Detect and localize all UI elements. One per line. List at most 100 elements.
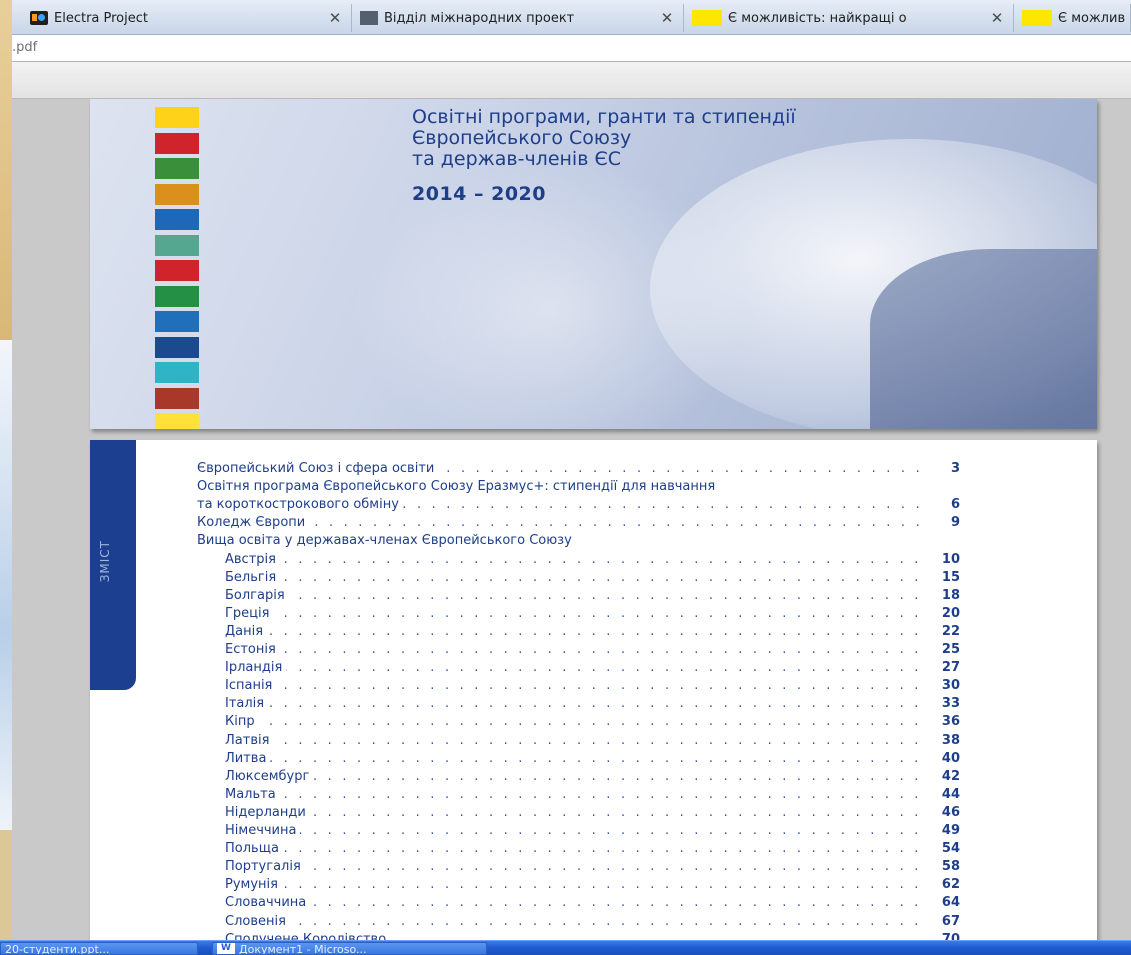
color-stripe <box>155 158 199 179</box>
electra-icon <box>30 11 48 25</box>
color-stripe <box>155 260 199 281</box>
yellow-favicon <box>1022 10 1052 26</box>
toc-entry[interactable]: . . . . . . . . . . . . . . . . . . . . … <box>225 823 960 841</box>
toc-entry[interactable]: . . . . . . . . . . . . . . . . . . . . … <box>197 461 960 479</box>
toc-entry[interactable]: . . . . . . . . . . . . . . . . . . . . … <box>225 696 960 714</box>
color-stripe <box>155 413 199 429</box>
toc-dot-leader: . . . . . . . . . . . . . . . . . . . . … <box>225 605 928 621</box>
browser-tab[interactable]: Є можлив <box>1014 4 1131 32</box>
toc-entry[interactable]: . . . . . . . . . . . . . . . . . . . . … <box>225 877 960 895</box>
toc-page-number: 40 <box>941 750 960 766</box>
color-stripe <box>155 183 199 205</box>
cover-title-line: та держав-членів ЄС <box>412 148 621 170</box>
toc-entry[interactable]: . . . . . . . . . . . . . . . . . . . . … <box>225 931 960 940</box>
color-stripe <box>155 336 199 358</box>
cover-years: 2014 – 2020 <box>412 183 546 205</box>
color-stripe <box>155 209 199 230</box>
close-icon[interactable]: ✕ <box>987 9 1007 27</box>
toc-entry-label: Європейський Союз і сфера освіти <box>197 461 439 476</box>
toc-dot-leader: . . . . . . . . . . . . . . . . . . . . … <box>225 678 928 694</box>
close-icon[interactable]: ✕ <box>657 9 677 27</box>
toc-page-number: 27 <box>941 660 960 676</box>
toc-page-number: 64 <box>941 895 960 911</box>
color-stripe <box>155 362 199 383</box>
toc-page-number: 9 <box>950 515 960 531</box>
toc-entry[interactable]: . . . . . . . . . . . . . . . . . . . . … <box>225 678 960 696</box>
cover-title-line: Європейського Союзу <box>412 127 632 149</box>
toc-entry[interactable]: . . . . . . . . . . . . . . . . . . . . … <box>225 859 960 877</box>
toc-dot-leader: . . . . . . . . . . . . . . . . . . . . … <box>225 642 928 657</box>
toc-entry[interactable]: . . . . . . . . . . . . . . . . . . . . … <box>225 750 960 769</box>
toc-entry[interactable]: . . . . . . . . . . . . . . . . . . . . … <box>225 569 960 588</box>
toc-dot-leader: . . . . . . . . . . . . . . . . . . . . … <box>225 750 928 766</box>
toc-page-number: 70 <box>941 931 960 940</box>
taskbar-button[interactable]: 20-студенти.ppt... <box>0 942 198 955</box>
toc-entry[interactable]: Освітня програма Європейського Союзу Ера… <box>197 479 960 497</box>
toc-entry[interactable]: . . . . . . . . . . . . . . . . . . . . … <box>225 623 960 642</box>
color-stripe <box>155 234 199 256</box>
browser-tab-bar: Electra Project ✕ Відділ міжнародних проек… <box>12 0 1131 35</box>
toc-dot-leader: . . . . . . . . . . . . . . . . . . . . … <box>225 859 928 875</box>
toc-entry-label: Австрія <box>225 551 280 567</box>
contents-side-tab: ЗМІСТ <box>90 440 136 690</box>
taskbar-button-label: Документ1 - Microso... <box>239 943 367 955</box>
toc-entry[interactable]: . . . . . . . . . . . . . . . . . . . . … <box>225 804 960 823</box>
cover-page: Освітні програми, гранти та стипендії Євр… <box>90 99 1097 429</box>
toc-dot-leader: . . . . . . . . . . . . . . . . . . . . … <box>225 623 928 639</box>
pdf-viewer[interactable]: Освітні програми, гранти та стипендії Євр… <box>12 99 1131 940</box>
pdf-toolbar <box>12 62 1131 99</box>
toc-entry[interactable]: . . . . . . . . . . . . . . . . . . . . … <box>225 605 960 624</box>
color-stripes <box>155 99 199 429</box>
toc-entry[interactable]: . . . . . . . . . . . . . . . . . . . . … <box>225 714 960 732</box>
yellow-favicon <box>692 10 722 26</box>
color-stripe <box>155 285 199 307</box>
tab-label: Є можлив <box>1058 10 1126 26</box>
toc-page-number: 67 <box>941 913 960 929</box>
toc-entry-label: Коледж Європи <box>197 515 310 531</box>
tab-label: Відділ міжнародних проект <box>384 10 575 26</box>
toc-dot-leader: . . . . . . . . . . . . . . . . . . . . … <box>225 841 928 857</box>
toc-entry[interactable]: . . . . . . . . . . . . . . . . . . . . … <box>225 660 960 678</box>
toc-entry[interactable]: Вища освіта у державах-членах Європейськ… <box>197 533 960 551</box>
desktop-edge <box>0 0 12 954</box>
toc-entry-label: та короткострокового обміну <box>197 497 403 513</box>
toc-page-number: 49 <box>941 823 960 838</box>
toc-entry-label: Ірландія <box>225 660 287 676</box>
toc-entry[interactable]: . . . . . . . . . . . . . . . . . . . . … <box>225 913 960 932</box>
toc-entry[interactable]: . . . . . . . . . . . . . . . . . . . . … <box>225 642 960 660</box>
toc-entry[interactable]: . . . . . . . . . . . . . . . . . . . . … <box>225 786 960 805</box>
toc-entry-label: Польща <box>225 841 283 857</box>
toc-dot-leader: . . . . . . . . . . . . . . . . . . . . … <box>225 768 928 784</box>
toc-entry[interactable]: . . . . . . . . . . . . . . . . . . . . … <box>225 895 960 913</box>
toc-entry[interactable]: . . . . . . . . . . . . . . . . . . . . … <box>197 515 960 533</box>
browser-tab[interactable]: Є можливість: найкращі о ✕ <box>684 4 1014 32</box>
contents-page: ЗМІСТ . . . . . . . . . . . . . . . . . … <box>90 440 1097 940</box>
toc-page-number: 58 <box>941 859 960 875</box>
toc-entry-label: Латвія <box>225 732 274 748</box>
toc-entry-label: Кіпр <box>225 714 259 730</box>
browser-tab[interactable]: Electra Project ✕ <box>22 4 352 32</box>
toc-dot-leader: . . . . . . . . . . . . . . . . . . . . … <box>225 660 928 676</box>
toc-entry[interactable]: . . . . . . . . . . . . . . . . . . . . … <box>225 732 960 751</box>
toc-entry-label: Вища освіта у державах-членах Європейськ… <box>197 533 576 549</box>
browser-tab[interactable]: Відділ міжнародних проект ✕ <box>352 4 684 32</box>
toc-entry-label: Бельгія <box>225 569 281 585</box>
toc-entry-label: Освітня програма Європейського Союзу Ера… <box>197 479 720 495</box>
toc-entry-label: Нідерланди <box>225 804 310 820</box>
color-stripe <box>155 387 199 409</box>
toc-entry-label: Мальта <box>225 786 280 802</box>
close-icon[interactable]: ✕ <box>325 9 345 27</box>
toc-page-number: 44 <box>941 786 960 802</box>
toc-entry[interactable]: . . . . . . . . . . . . . . . . . . . . … <box>225 587 960 606</box>
toc-entry[interactable]: . . . . . . . . . . . . . . . . . . . . … <box>225 768 960 787</box>
toc-entry-label: Греція <box>225 605 274 621</box>
toc-entry[interactable]: . . . . . . . . . . . . . . . . . . . . … <box>197 497 960 515</box>
address-bar[interactable]: .pdf <box>12 35 1131 62</box>
toc-page-number: 15 <box>941 569 960 585</box>
toc-entry[interactable]: . . . . . . . . . . . . . . . . . . . . … <box>225 841 960 859</box>
toc-dot-leader: . . . . . . . . . . . . . . . . . . . . … <box>225 913 928 929</box>
toc-entry[interactable]: . . . . . . . . . . . . . . . . . . . . … <box>225 551 960 570</box>
color-stripe <box>155 132 199 154</box>
taskbar-button[interactable]: W Документ1 - Microso... <box>212 942 487 955</box>
toc-dot-leader: . . . . . . . . . . . . . . . . . . . . … <box>225 587 928 603</box>
